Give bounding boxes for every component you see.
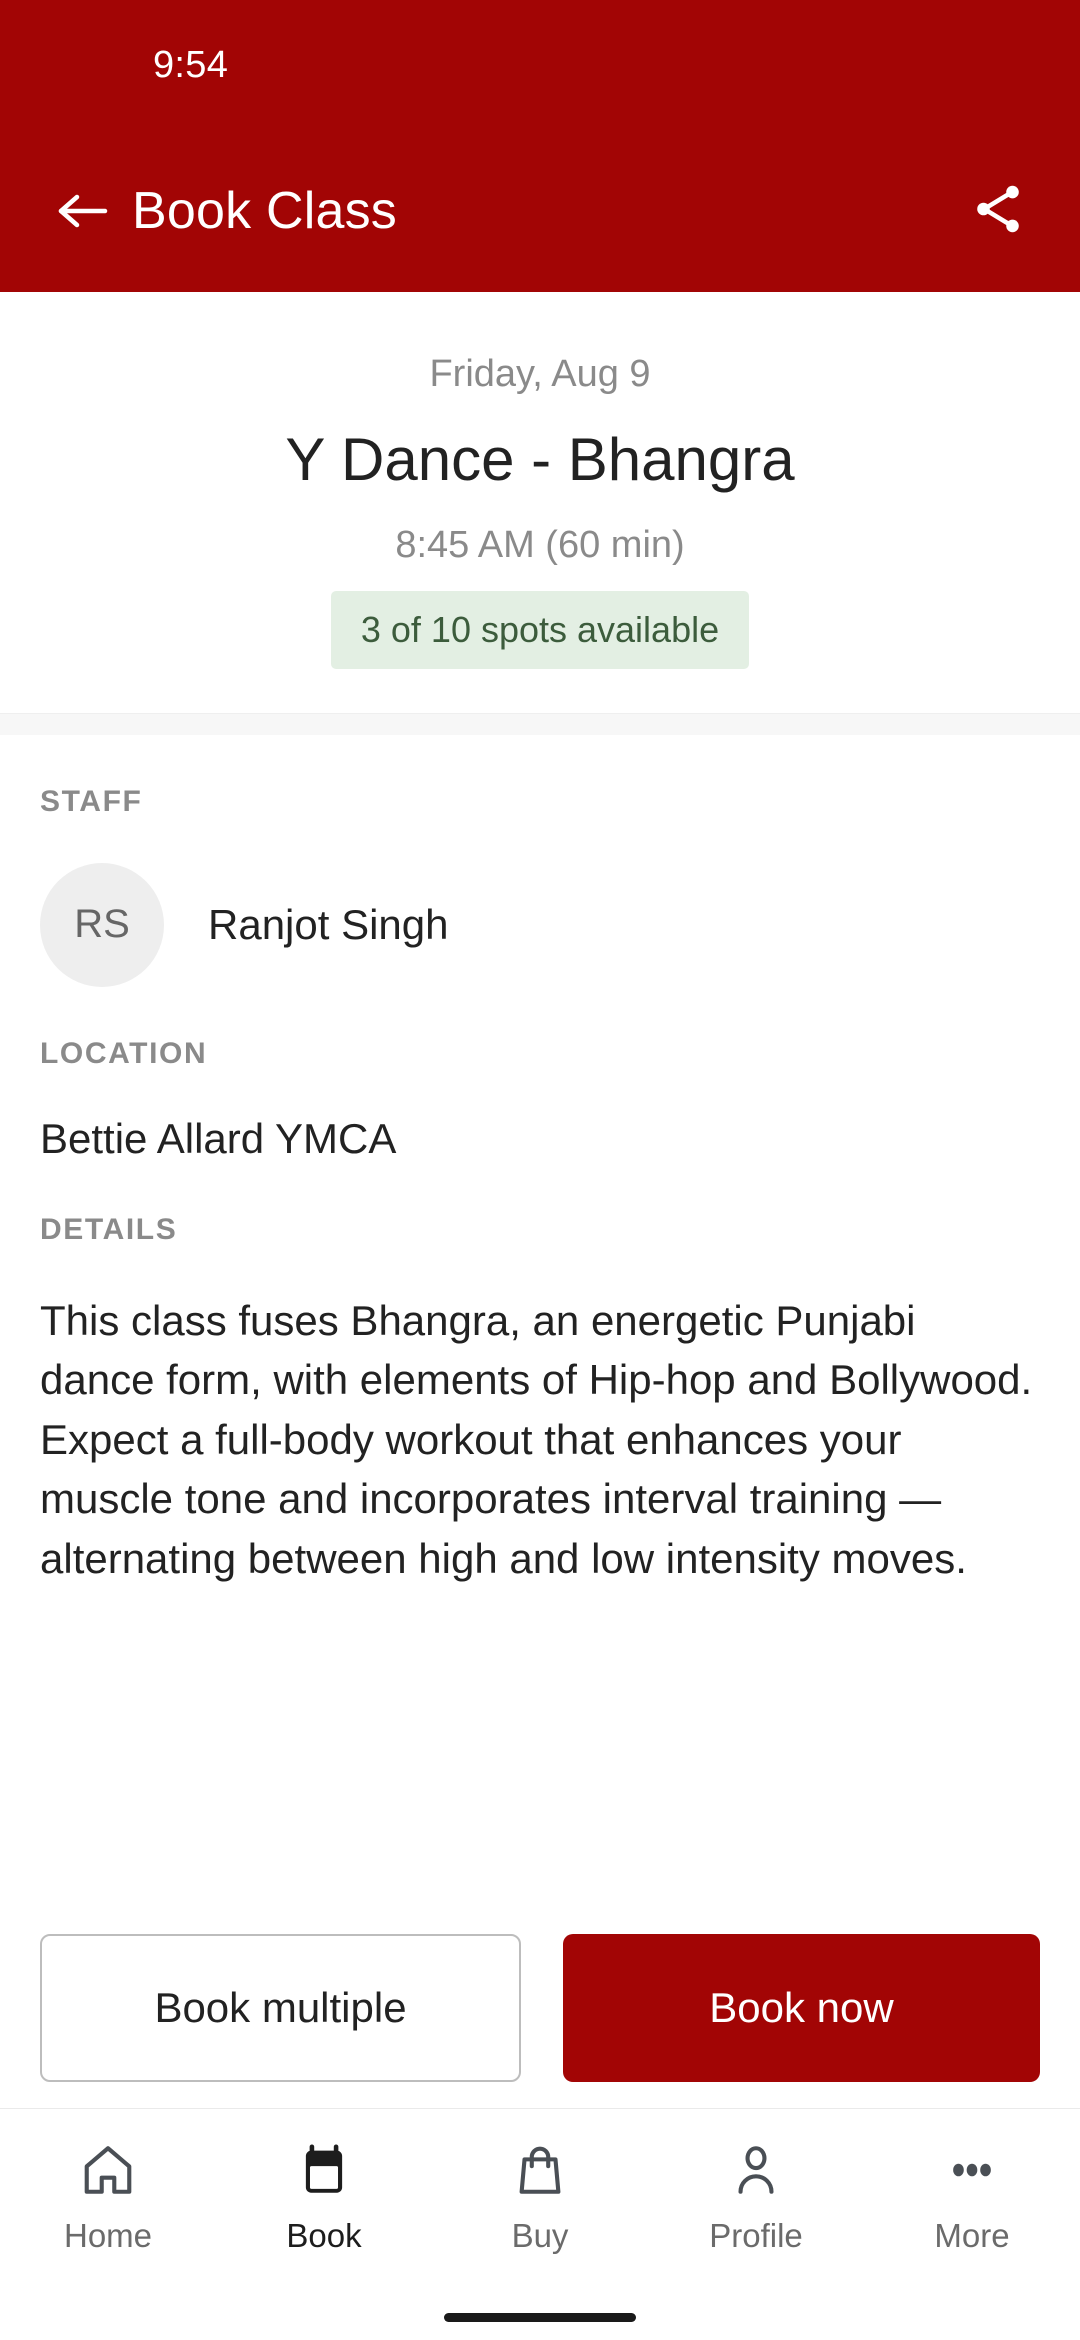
- nav-label-buy: Buy: [511, 2217, 569, 2254]
- nav-item-buy[interactable]: Buy: [432, 2137, 648, 2255]
- staff-section-label: STAFF: [40, 784, 143, 818]
- staff-name: Ranjot Singh: [208, 900, 449, 948]
- class-hero: Friday, Aug 9 Y Dance - Bhangra 8:45 AM …: [0, 292, 1080, 713]
- section-divider: [0, 712, 1080, 735]
- nav-item-home[interactable]: Home: [0, 2137, 216, 2255]
- share-button[interactable]: [958, 171, 1038, 251]
- status-bar: 9:54: [0, 0, 1080, 130]
- page-title: Book Class: [132, 182, 397, 240]
- class-date: Friday, Aug 9: [429, 353, 651, 395]
- nav-item-more[interactable]: More: [864, 2137, 1080, 2255]
- class-time: 8:45 AM (60 min): [395, 524, 685, 567]
- back-button[interactable]: [48, 176, 118, 246]
- avatar: RS: [40, 862, 164, 987]
- location-value: Bettie Allard YMCA: [40, 1114, 397, 1162]
- bottom-navigation: Home Book Buy Profile More: [0, 2108, 1080, 2340]
- staff-row[interactable]: RS Ranjot Singh: [40, 862, 1040, 987]
- dots-icon: [943, 2137, 1001, 2203]
- nav-label-more: More: [934, 2217, 1010, 2254]
- spots-row: 3 of 10 spots available: [40, 591, 1040, 669]
- class-details-body: STAFF RS Ranjot Singh LOCATION Bettie Al…: [0, 735, 1080, 2108]
- action-bar: Book multiple Book now: [0, 1908, 1080, 2108]
- location-section-label: LOCATION: [40, 1036, 208, 1070]
- status-badge: 3 of 10 spots available: [330, 591, 750, 669]
- nav-label-profile: Profile: [709, 2217, 803, 2254]
- home-icon: [79, 2137, 137, 2203]
- status-bar-clock: 9:54: [153, 43, 229, 86]
- home-indicator: [444, 2313, 636, 2322]
- calendar-icon: [295, 2137, 353, 2203]
- nav-label-book: Book: [286, 2217, 362, 2254]
- app-screen: 9:54 Book Class Friday, Aug 9 Y Dance - …: [0, 0, 1080, 2340]
- nav-item-book[interactable]: Book: [216, 2137, 432, 2255]
- nav-item-profile[interactable]: Profile: [648, 2137, 864, 2255]
- book-now-button[interactable]: Book now: [563, 1934, 1040, 2082]
- book-multiple-button[interactable]: Book multiple: [40, 1934, 521, 2082]
- bag-icon: [511, 2137, 569, 2203]
- share-icon: [969, 180, 1027, 243]
- app-bar: Book Class: [0, 130, 1080, 292]
- details-text: This class fuses Bhangra, an energetic P…: [40, 1296, 1033, 1583]
- nav-label-home: Home: [63, 2217, 153, 2254]
- person-icon: [727, 2137, 785, 2203]
- class-name: Y Dance - Bhangra: [285, 426, 795, 494]
- details-section-label: DETAILS: [40, 1212, 178, 1246]
- arrow-left-icon: [57, 189, 109, 233]
- app-header: 9:54 Book Class: [0, 0, 1080, 292]
